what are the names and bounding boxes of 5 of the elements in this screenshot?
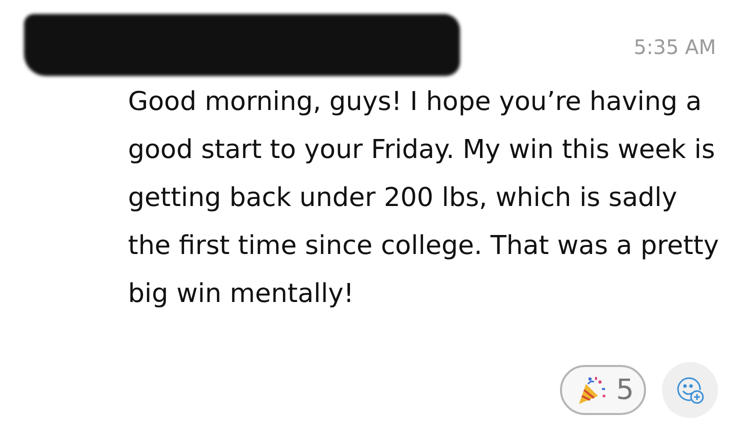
party-popper-icon <box>576 374 608 406</box>
reaction-button[interactable]: 5 <box>560 365 646 415</box>
smiley-plus-icon <box>675 375 705 405</box>
message-text: Good morning, guys! I hope you’re having a good start to your Friday. My win this week is getting back under 200 lbs, which is sadly the first time since college. That was a pretty big win mentally! <box>128 86 720 311</box>
message-time: 5:35 AM <box>634 34 716 61</box>
